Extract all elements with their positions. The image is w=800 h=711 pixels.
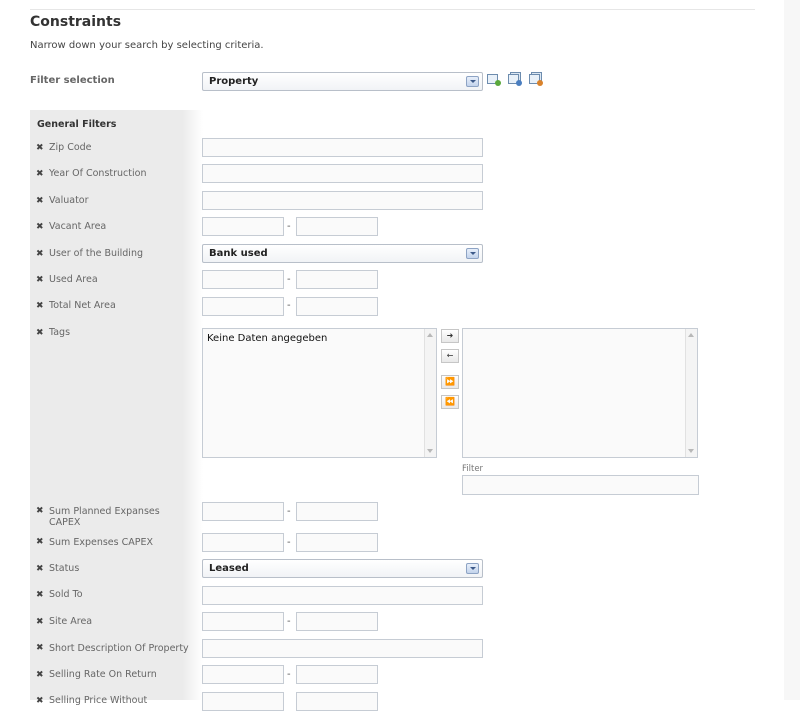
remove-filter-short-description-icon[interactable]: ✖ — [36, 643, 44, 653]
filter-label-short-description: Short Description Of Property — [49, 643, 189, 654]
sold-to-input[interactable] — [202, 586, 483, 605]
remove-filter-selling-rate-icon[interactable]: ✖ — [36, 670, 44, 680]
remove-filter-total-net-area-icon[interactable]: ✖ — [36, 301, 44, 311]
remove-filter-sold-to-icon[interactable]: ✖ — [36, 590, 44, 600]
right-edge-strip — [784, 0, 800, 700]
filter-label-zip-code: Zip Code — [49, 142, 92, 153]
filter-save-icon[interactable] — [508, 72, 522, 86]
remove-filter-vacant-area-icon[interactable]: ✖ — [36, 222, 44, 232]
total-net-area-from-input[interactable] — [202, 297, 284, 316]
range-separator: - — [287, 616, 291, 627]
chevron-down-icon[interactable] — [466, 563, 479, 574]
remove-filter-sum-planned-capex-icon[interactable]: ✖ — [36, 506, 44, 516]
move-all-left-button[interactable]: ⏪ — [441, 395, 459, 409]
status-value: Leased — [209, 563, 249, 574]
remove-filter-tags-icon[interactable]: ✖ — [36, 328, 44, 338]
top-divider — [30, 9, 755, 10]
filter-label-status: Status — [49, 563, 80, 574]
remove-filter-year-of-construction-icon[interactable]: ✖ — [36, 169, 44, 179]
filter-label-site-area: Site Area — [49, 616, 93, 627]
sum-expenses-capex-to-input[interactable] — [296, 533, 378, 552]
range-separator: - — [287, 506, 291, 517]
remove-filter-status-icon[interactable]: ✖ — [36, 564, 44, 574]
filter-label-user-of-building: User of the Building — [49, 248, 143, 259]
year-of-construction-input[interactable] — [202, 164, 483, 183]
used-area-to-input[interactable] — [296, 270, 378, 289]
tags-filter-label: Filter — [462, 464, 484, 474]
filter-selection-label: Filter selection — [30, 75, 115, 86]
move-all-right-button[interactable]: ⏩ — [441, 375, 459, 389]
filter-add-icon[interactable] — [487, 74, 501, 86]
chevron-down-icon[interactable] — [466, 76, 479, 87]
tags-selected-list[interactable] — [462, 328, 698, 458]
range-separator: - — [287, 669, 291, 680]
range-separator: - — [287, 300, 291, 311]
tags-empty-message: Keine Daten angegeben — [207, 333, 328, 344]
filter-selection-value: Property — [209, 76, 259, 87]
remove-filter-sum-expenses-capex-icon[interactable]: ✖ — [36, 537, 44, 547]
chevron-down-icon[interactable] — [466, 248, 479, 259]
remove-filter-user-of-building-icon[interactable]: ✖ — [36, 249, 44, 259]
short-description-input[interactable] — [202, 639, 483, 658]
move-left-button[interactable]: ← — [441, 349, 459, 363]
sum-planned-capex-from-input[interactable] — [202, 502, 284, 521]
selling-rate-to-input[interactable] — [296, 665, 378, 684]
filter-label-total-net-area: Total Net Area — [49, 300, 116, 311]
filter-label-selling-rate: Selling Rate On Return — [49, 669, 157, 680]
remove-filter-selling-price-icon[interactable]: ✖ — [36, 696, 44, 706]
filter-label-vacant-area: Vacant Area — [49, 221, 107, 232]
filter-label-selling-price: Selling Price Without — [49, 695, 148, 706]
filter-label-sum-planned-capex: Sum Planned Expanses CAPEX — [49, 506, 160, 528]
tags-available-list[interactable]: Keine Daten angegeben — [202, 328, 437, 458]
status-select[interactable]: Leased — [202, 559, 483, 578]
remove-filter-used-area-icon[interactable]: ✖ — [36, 275, 44, 285]
vacant-area-to-input[interactable] — [296, 217, 378, 236]
filter-label-year-of-construction: Year Of Construction — [49, 168, 147, 179]
remove-filter-valuator-icon[interactable]: ✖ — [36, 196, 44, 206]
used-area-from-input[interactable] — [202, 270, 284, 289]
vacant-area-from-input[interactable] — [202, 217, 284, 236]
page-title: Constraints — [30, 14, 122, 30]
total-net-area-to-input[interactable] — [296, 297, 378, 316]
tags-filter-input[interactable] — [462, 475, 699, 495]
site-area-from-input[interactable] — [202, 612, 284, 631]
filter-delete-icon[interactable] — [529, 72, 543, 86]
filter-label-used-area: Used Area — [49, 274, 98, 285]
sum-expenses-capex-from-input[interactable] — [202, 533, 284, 552]
selling-price-from-input[interactable] — [202, 692, 284, 711]
filter-label-valuator: Valuator — [49, 195, 89, 206]
selling-rate-from-input[interactable] — [202, 665, 284, 684]
range-separator: - — [287, 221, 291, 232]
range-separator: - — [287, 274, 291, 285]
user-of-building-value: Bank used — [209, 248, 268, 259]
selling-price-to-input[interactable] — [296, 692, 378, 711]
user-of-building-select[interactable]: Bank used — [202, 244, 483, 263]
zip-code-input[interactable] — [202, 138, 483, 157]
filter-label-sold-to: Sold To — [49, 589, 83, 600]
remove-filter-site-area-icon[interactable]: ✖ — [36, 617, 44, 627]
filter-label-sum-expenses-capex: Sum Expenses CAPEX — [49, 537, 153, 548]
page-subtitle: Narrow down your search by selecting cri… — [30, 40, 264, 51]
tags-selected-scrollbar[interactable] — [685, 329, 697, 457]
remove-filter-zip-code-icon[interactable]: ✖ — [36, 143, 44, 153]
tags-available-scrollbar[interactable] — [424, 329, 436, 457]
site-area-to-input[interactable] — [296, 612, 378, 631]
sum-planned-capex-to-input[interactable] — [296, 502, 378, 521]
general-filters-title: General Filters — [37, 119, 117, 130]
valuator-input[interactable] — [202, 191, 483, 210]
move-right-button[interactable]: ➜ — [441, 329, 459, 343]
range-separator: - — [287, 537, 291, 548]
filter-selection-select[interactable]: Property — [202, 72, 483, 91]
filter-label-tags: Tags — [49, 327, 71, 338]
